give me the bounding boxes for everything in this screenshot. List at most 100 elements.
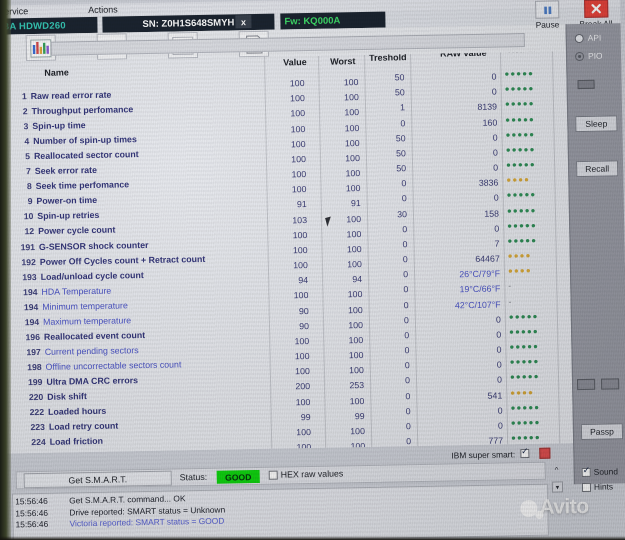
sound-checkbox[interactable] bbox=[581, 467, 591, 477]
log-entry-time: 15:56:46 bbox=[15, 519, 49, 530]
pause-label: Pause bbox=[535, 19, 560, 30]
attribute-raw-value: 0 bbox=[497, 405, 503, 416]
attribute-threshold: 50 bbox=[394, 87, 405, 98]
attribute-health: ●●●● bbox=[506, 174, 552, 184]
column-header-worst[interactable]: Worst bbox=[330, 56, 356, 66]
attribute-worst: 100 bbox=[347, 259, 362, 270]
attribute-worst: 100 bbox=[348, 334, 364, 346]
attribute-health: ●●●● bbox=[507, 250, 554, 261]
health-dots-icon: ●●●●● bbox=[510, 402, 541, 413]
pause-button[interactable]: Pause bbox=[535, 0, 560, 30]
status-label: Status: bbox=[179, 471, 208, 483]
attribute-threshold: 0 bbox=[404, 360, 410, 371]
attribute-threshold: 0 bbox=[404, 345, 410, 356]
attribute-health: ●●●●● bbox=[505, 128, 551, 140]
attribute-value: 100 bbox=[291, 169, 307, 180]
column-header-name[interactable]: Name bbox=[44, 67, 69, 77]
screenshot-root: Service Actions HIBA HDWD260 SN: Z0H1S64… bbox=[0, 0, 625, 540]
avito-watermark-text: Avito bbox=[539, 494, 589, 519]
attribute-health: ●●●●● bbox=[504, 68, 550, 79]
attribute-threshold: 0 bbox=[404, 330, 410, 341]
menu-item-actions[interactable]: Actions bbox=[88, 4, 118, 15]
health-dots-icon: ●●●● bbox=[507, 250, 532, 261]
attribute-raw-value: 3836 bbox=[478, 177, 499, 189]
attribute-health: ●●●●● bbox=[510, 371, 556, 382]
attribute-value: 100 bbox=[290, 138, 306, 149]
attribute-threshold: 0 bbox=[402, 239, 408, 250]
hex-raw-values-label: HEX raw values bbox=[280, 468, 344, 480]
ibm-super-smart-group[interactable]: IBM super smart: bbox=[451, 447, 551, 461]
attribute-value: 91 bbox=[296, 199, 307, 210]
sleep-button[interactable]: Sleep bbox=[575, 115, 618, 133]
hex-raw-values-group[interactable]: HEX raw values bbox=[268, 468, 344, 480]
health-dots-icon: ●●●●● bbox=[505, 144, 536, 155]
ibm-super-smart-checkbox[interactable] bbox=[520, 449, 530, 459]
attribute-raw-value: 541 bbox=[487, 390, 503, 401]
attribute-worst: 100 bbox=[347, 289, 363, 300]
attribute-health: ●●●●● bbox=[511, 432, 557, 443]
health-dots-icon: ●●●●● bbox=[504, 68, 535, 79]
attribute-threshold: 50 bbox=[394, 72, 405, 83]
attribute-health: ●●●●● bbox=[507, 204, 553, 215]
health-dots-icon: ●●●●● bbox=[504, 99, 535, 109]
attribute-threshold: 0 bbox=[405, 375, 411, 386]
attribute-worst: 100 bbox=[343, 77, 359, 88]
drive-firmware-label: Fw: KQ000A bbox=[280, 11, 386, 30]
health-dots-icon: ●●●●● bbox=[509, 372, 540, 382]
sound-checkbox-group[interactable]: Sound bbox=[581, 466, 618, 477]
attribute-health: ●●●●● bbox=[505, 143, 552, 155]
hex-raw-values-checkbox[interactable] bbox=[268, 470, 278, 480]
attribute-threshold: 50 bbox=[395, 148, 406, 159]
panel-indicator-box bbox=[577, 79, 595, 90]
health-dots-icon: - bbox=[508, 296, 513, 306]
health-dots-icon: ●●●●● bbox=[507, 235, 538, 246]
column-header-value[interactable]: Value bbox=[283, 57, 307, 67]
attribute-worst: 100 bbox=[344, 107, 360, 118]
attribute-value: 90 bbox=[298, 305, 309, 316]
attribute-raw-value: 0 bbox=[496, 344, 502, 355]
attribute-health: - bbox=[508, 295, 554, 306]
passport-button[interactable]: Passp bbox=[580, 423, 624, 441]
health-dots-icon: - bbox=[508, 281, 513, 291]
attribute-threshold: 0 bbox=[402, 254, 408, 265]
attribute-threshold: 0 bbox=[401, 193, 407, 204]
attribute-threshold: 0 bbox=[400, 117, 406, 128]
attribute-worst: 91 bbox=[350, 198, 361, 209]
health-dots-icon: ●●●●● bbox=[509, 326, 539, 337]
column-header-health[interactable]: Health bbox=[508, 51, 536, 54]
health-dots-icon: ●●●●● bbox=[510, 417, 541, 428]
recall-button[interactable]: Recall bbox=[576, 160, 619, 178]
attribute-value: 100 bbox=[294, 351, 310, 362]
attribute-raw-value: 0 bbox=[493, 162, 499, 173]
photo-edge-left bbox=[0, 0, 11, 540]
hints-label: Hints bbox=[593, 481, 614, 492]
health-dots-icon: ●●●●● bbox=[508, 311, 539, 322]
mini-button-right[interactable] bbox=[601, 378, 620, 390]
attribute-value: 100 bbox=[293, 290, 309, 301]
attribute-threshold: 50 bbox=[395, 132, 406, 144]
attribute-value: 100 bbox=[290, 123, 306, 134]
mini-button-left[interactable] bbox=[577, 378, 596, 391]
column-header-threshold[interactable]: Treshold bbox=[369, 52, 407, 63]
attribute-raw-value: 0 bbox=[496, 329, 502, 340]
attribute-health: ●●●●● bbox=[505, 98, 551, 109]
radio-api[interactable]: API bbox=[574, 33, 601, 43]
radio-pio[interactable]: PIO bbox=[575, 51, 603, 62]
attribute-raw-value: 0 bbox=[492, 132, 498, 143]
attribute-value: 103 bbox=[292, 214, 308, 225]
attribute-health: ●●●●● bbox=[507, 189, 553, 200]
health-dots-icon: ●●●●● bbox=[509, 357, 540, 367]
attribute-raw-value: 7 bbox=[494, 238, 500, 249]
close-icon[interactable]: x bbox=[235, 15, 252, 29]
attribute-worst: 100 bbox=[349, 365, 364, 376]
log-panel[interactable]: 15:56:46 Get S.M.A.R.T. command... OK 15:5… bbox=[12, 483, 549, 540]
get-smart-button[interactable]: Get S.M.A.R.T. bbox=[23, 470, 172, 489]
scroll-down-icon[interactable]: ▾ bbox=[551, 481, 564, 493]
scroll-up-icon[interactable]: ^ bbox=[555, 465, 559, 474]
monitor-screen: Service Actions HIBA HDWD260 SN: Z0H1S64… bbox=[0, 0, 625, 540]
hints-checkbox[interactable] bbox=[581, 482, 592, 492]
right-side-panel: API PIO Sleep Recall Passp Sound Hints bbox=[565, 23, 625, 492]
attribute-value: 99 bbox=[300, 411, 311, 422]
smart-attributes-table[interactable]: Name Value Worst Treshold RAW value Heal… bbox=[0, 51, 574, 454]
hints-checkbox-group[interactable]: Hints bbox=[581, 481, 614, 492]
